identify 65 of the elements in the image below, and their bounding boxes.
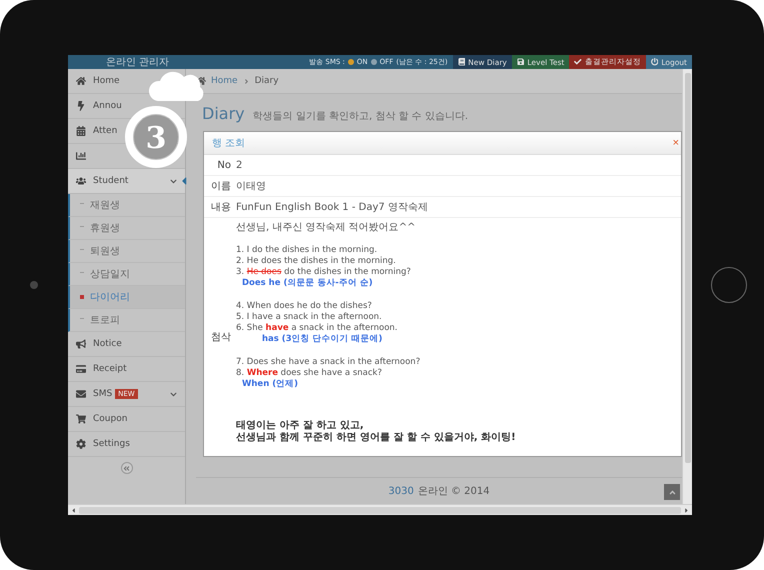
review-line: 7. Does she have a snack in the afternoon? xyxy=(236,357,422,368)
field-label: No xyxy=(216,160,232,170)
modal-title: 행 조회 xyxy=(212,137,246,150)
radio-button[interactable] xyxy=(348,59,354,65)
double-chevron-icon xyxy=(123,464,130,472)
menu-icon xyxy=(76,364,86,374)
page-title: Diary xyxy=(202,104,245,123)
scroll-top-button[interactable] xyxy=(664,484,680,500)
menu-icon xyxy=(76,339,86,349)
teacher-comment: 태영이는 아주 잘 하고 있고, 선생님과 함께 꾸준히 하면 영어를 잘 할 수 있을거야, 화이팅! xyxy=(236,420,517,444)
submenu-item[interactable]: 트로피 xyxy=(68,309,185,332)
breadcrumb-link[interactable]: Home xyxy=(211,76,238,86)
menu-icon xyxy=(76,76,86,86)
review-line: 1. I do the dishes in the morning. xyxy=(236,245,378,256)
review-line: Does he (의문문 동사-주어 순) xyxy=(241,278,374,289)
menu-icon xyxy=(76,439,86,449)
scroll-right-icon[interactable] xyxy=(683,506,690,514)
footer-text: 3030 온라인 © 2014 xyxy=(388,485,490,498)
submenu-item[interactable]: 재원생 xyxy=(68,194,185,217)
sidebar-item[interactable]: Receipt xyxy=(68,357,185,382)
review-line: has (3인칭 단수이기 때문에) xyxy=(261,334,384,345)
review-line: 2. He does the dishes in the morning. xyxy=(236,256,397,267)
menu-icon xyxy=(76,151,86,161)
field-value: 2 xyxy=(236,160,242,170)
menu-icon xyxy=(76,176,86,186)
camera-dot xyxy=(30,281,38,289)
sidebar-item[interactable]: Coupon xyxy=(68,407,185,432)
review-line: When (언제) xyxy=(241,379,299,390)
vertical-scrollbar[interactable] xyxy=(682,69,692,504)
field-value: FunFun English Book 1 - Day7 영작숙제 xyxy=(236,201,428,214)
field-label: 첨삭 xyxy=(210,331,232,344)
review-line: 선생님, 내주신 영작숙제 적어봤어요^^ xyxy=(236,222,416,233)
horizontal-scrollbar[interactable] xyxy=(68,504,692,515)
submenu-item[interactable]: 퇴원생 xyxy=(68,240,185,263)
review-line: 6. She have a snack in the afternoon. xyxy=(236,323,398,334)
review-line: 4. When does he do the dishes? xyxy=(236,301,373,312)
page-subtitle: 학생들의 일기를 확인하고, 첨삭 할 수 있습니다. xyxy=(252,110,468,123)
button-icon xyxy=(650,58,658,66)
menu-icon xyxy=(76,414,86,424)
button-icon xyxy=(574,58,582,66)
chevron-icon xyxy=(170,390,177,398)
menu-icon xyxy=(76,389,86,399)
breadcrumb-current: Diary xyxy=(254,76,279,86)
menu-icon xyxy=(76,126,86,136)
button-icon xyxy=(458,58,466,66)
sidebar-item[interactable]: Notice xyxy=(68,332,185,357)
submenu-item[interactable]: 휴원생 xyxy=(68,217,185,240)
home-button[interactable] xyxy=(711,267,747,303)
field-label: 이름 xyxy=(210,180,232,193)
radio-button[interactable] xyxy=(370,59,377,65)
submenu-item[interactable]: 상담일지 xyxy=(68,263,185,286)
sidebar-item[interactable]: Student xyxy=(68,169,185,194)
menu-icon xyxy=(76,101,86,111)
close-button[interactable]: × xyxy=(670,137,681,149)
button-icon xyxy=(516,58,524,66)
review-line: 8. Where does she have a snack? xyxy=(236,368,383,379)
separator-icon xyxy=(242,78,250,84)
sidebar-item[interactable]: Settings xyxy=(68,432,185,457)
collapse-button[interactable] xyxy=(120,462,132,474)
field-value: 이태영 xyxy=(236,180,266,193)
field-label: 내용 xyxy=(210,201,232,214)
review-line: 3. He does do the dishes in the morning? xyxy=(236,267,412,278)
review-line: 5. I have a snack in the afternoon. xyxy=(236,312,383,323)
scroll-left-icon[interactable] xyxy=(70,506,77,514)
app-title: 온라인 관리자 xyxy=(105,56,170,69)
